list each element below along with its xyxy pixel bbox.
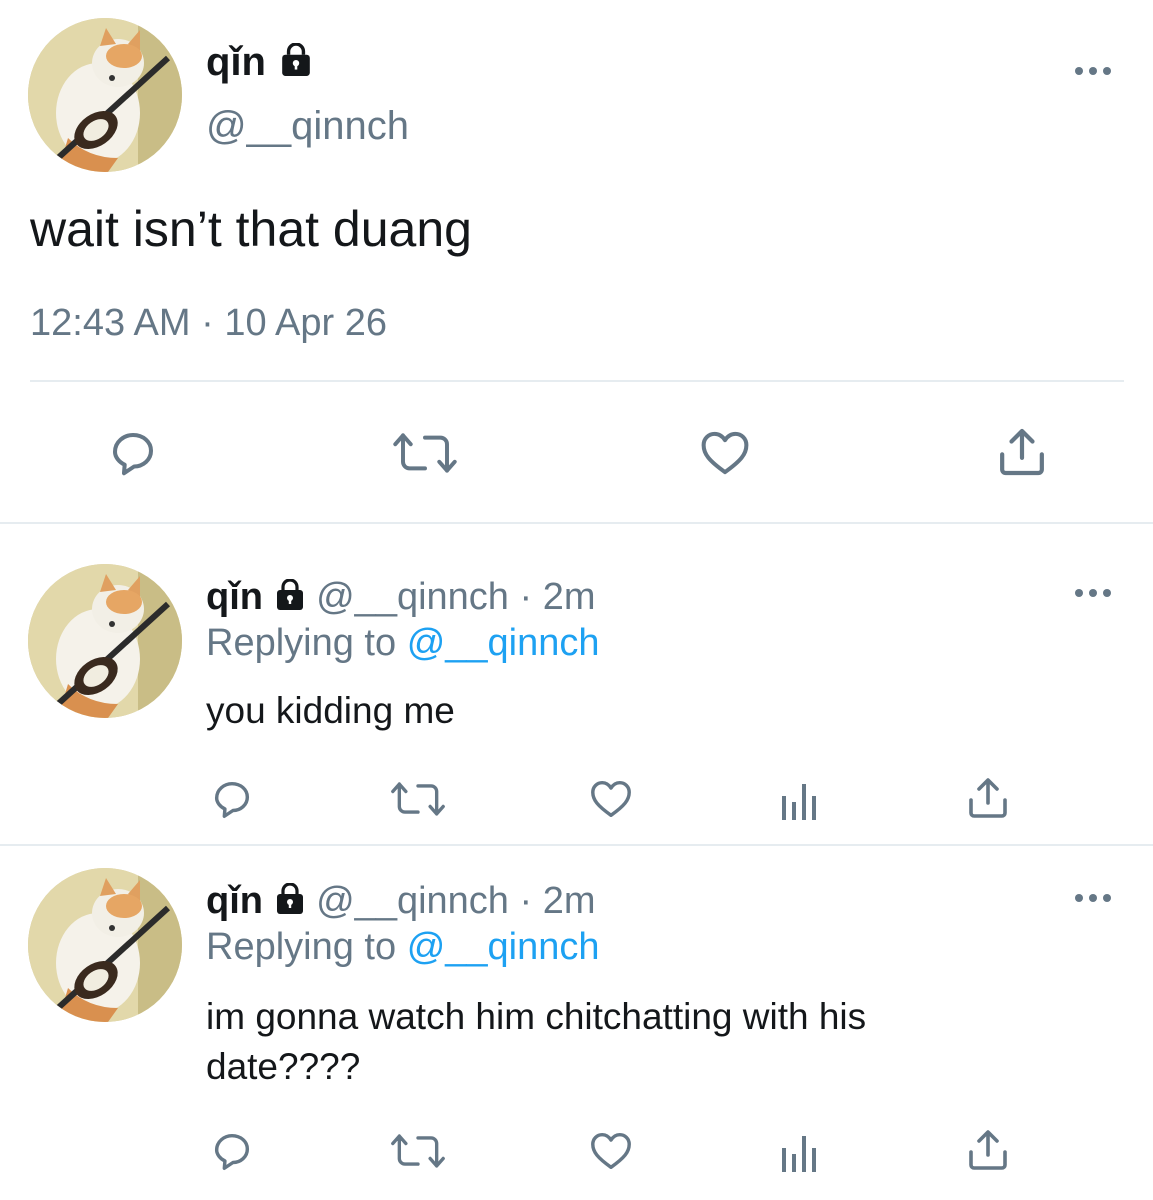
like-icon[interactable]	[587, 776, 635, 822]
analytics-icon[interactable]	[780, 1130, 820, 1172]
analytics-icon[interactable]	[780, 778, 820, 820]
display-name[interactable]: qǐn	[206, 880, 263, 922]
lock-icon	[274, 578, 305, 611]
replying-to-link[interactable]: @__qinnch	[407, 926, 600, 968]
lock-icon	[280, 43, 312, 78]
display-name[interactable]: qǐn	[206, 576, 263, 618]
divider	[0, 522, 1153, 524]
reply-text: you kidding me	[206, 690, 455, 731]
reply-text-line: date????	[206, 1046, 361, 1087]
replying-to-line: Replying to @__qinnch	[206, 924, 600, 970]
more-options-icon[interactable]	[1073, 64, 1113, 82]
like-icon[interactable]	[587, 1128, 635, 1174]
more-options-icon[interactable]	[1073, 586, 1113, 604]
replying-to-line: Replying to @__qinnch	[206, 620, 600, 666]
divider	[0, 844, 1153, 846]
user-handle[interactable]: @__qinnch	[316, 880, 509, 922]
user-handle[interactable]: @__qinnch	[206, 102, 409, 150]
replying-to-link[interactable]: @__qinnch	[407, 622, 600, 664]
tweet-text: wait isn’t that duang	[30, 201, 472, 257]
retweet-icon[interactable]	[390, 776, 446, 822]
share-icon[interactable]	[964, 1126, 1012, 1174]
avatar[interactable]	[28, 18, 182, 172]
reply-header: qǐn @__qinnch · 2m	[206, 574, 596, 620]
reply-time: · 2m	[519, 880, 596, 922]
reply-icon[interactable]	[209, 776, 255, 822]
retweet-icon[interactable]	[392, 426, 458, 480]
lock-icon	[274, 882, 305, 915]
replying-to-label: Replying to	[206, 622, 397, 664]
display-name-row: qǐn	[206, 38, 313, 86]
like-icon[interactable]	[697, 426, 753, 480]
more-options-icon[interactable]	[1073, 891, 1113, 909]
share-icon[interactable]	[994, 424, 1050, 480]
reply-icon[interactable]	[209, 1128, 255, 1174]
reply-text-line: im gonna watch him chitchatting with his	[206, 996, 867, 1037]
divider	[30, 380, 1124, 382]
reply-icon[interactable]	[106, 426, 160, 480]
avatar[interactable]	[28, 564, 182, 718]
reply-time: · 2m	[519, 576, 596, 618]
replying-to-label: Replying to	[206, 926, 397, 968]
share-icon[interactable]	[964, 774, 1012, 822]
tweet-timestamp[interactable]: 12:43 AM · 10 Apr 26	[30, 300, 387, 346]
display-name[interactable]: qǐn	[206, 40, 266, 84]
user-handle[interactable]: @__qinnch	[316, 576, 509, 618]
reply-header: qǐn @__qinnch · 2m	[206, 878, 596, 924]
retweet-icon[interactable]	[390, 1128, 446, 1174]
avatar[interactable]	[28, 868, 182, 1022]
reply-text: im gonna watch him chitchatting with his…	[206, 992, 866, 1092]
